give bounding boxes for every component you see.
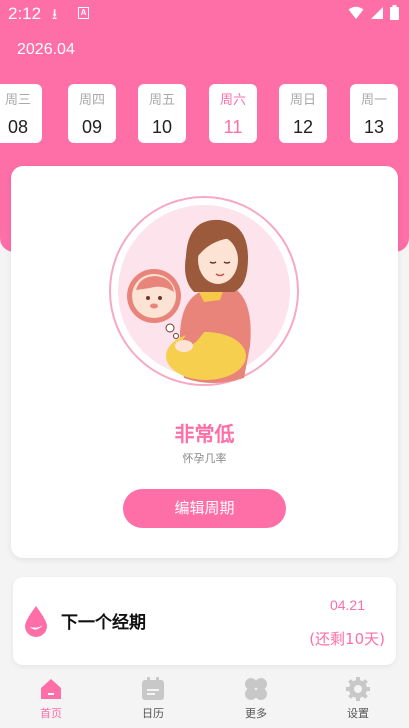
home-icon [41, 679, 61, 699]
status-icons [348, 5, 399, 20]
nav-label: 更多 [245, 707, 267, 720]
app-notification-icon: A [78, 7, 89, 19]
day-card[interactable]: 周四 09 [68, 84, 116, 143]
wifi-icon [348, 6, 364, 19]
day-card[interactable]: 周三 08 [0, 84, 42, 143]
nav-label: 设置 [347, 707, 369, 720]
next-period-title: 下一个经期 [61, 613, 146, 633]
edit-cycle-button[interactable]: 编辑周期 [123, 489, 286, 528]
next-period-card[interactable]: 下一个经期 04.21 (还剩10天) [13, 577, 396, 665]
day-name: 周三 [4, 93, 31, 108]
day-card-selected[interactable]: 周六 11 [209, 84, 257, 143]
day-number: 11 [223, 117, 243, 137]
chance-caption: 怀孕几率 [182, 452, 227, 465]
week-strip: 周三 08 周四 09 周五 10 周六 11 周日 12 周一 13 [0, 84, 409, 144]
day-card[interactable]: 周五 10 [138, 84, 186, 143]
day-name: 周日 [289, 93, 316, 108]
nav-label: 日历 [142, 707, 164, 720]
day-card[interactable]: 周日 12 [279, 84, 327, 143]
day-number: 10 [151, 117, 173, 137]
calendar-icon [142, 677, 164, 700]
days-remaining: (还剩10天) [309, 630, 385, 648]
day-name: 周一 [360, 93, 387, 108]
pregnancy-illustration [109, 196, 299, 386]
download-icon: ⭳ [52, 6, 58, 23]
day-number: 13 [363, 117, 385, 137]
day-name: 周六 [219, 93, 246, 108]
drop-icon [25, 606, 47, 637]
month-label: 2026.04 [17, 41, 75, 58]
nav-calendar[interactable]: 日历 [113, 670, 193, 728]
status-time: 2:12 [8, 4, 42, 23]
nav-settings[interactable]: 设置 [318, 670, 398, 728]
fertility-card: 非常低 怀孕几率 编辑周期 [11, 166, 398, 558]
day-number: 12 [292, 117, 314, 137]
day-name: 周四 [78, 93, 105, 108]
battery-icon [390, 5, 399, 20]
day-number: 08 [7, 117, 29, 137]
day-card[interactable]: 周一 13 [350, 84, 398, 143]
signal-icon [371, 6, 383, 19]
day-name: 周五 [148, 93, 175, 108]
gear-icon [346, 677, 370, 701]
nav-home[interactable]: 首页 [11, 670, 91, 728]
nav-more[interactable]: 更多 [216, 670, 296, 728]
bottom-nav: 首页 日历 更多 设置 [0, 670, 409, 728]
status-bar: 2:12 ⭳ A [0, 0, 409, 28]
more-icon [245, 678, 267, 700]
day-number: 09 [81, 117, 103, 137]
chance-level: 非常低 [174, 422, 235, 446]
nav-label: 首页 [40, 707, 62, 720]
next-period-date: 04.21 [329, 597, 365, 613]
